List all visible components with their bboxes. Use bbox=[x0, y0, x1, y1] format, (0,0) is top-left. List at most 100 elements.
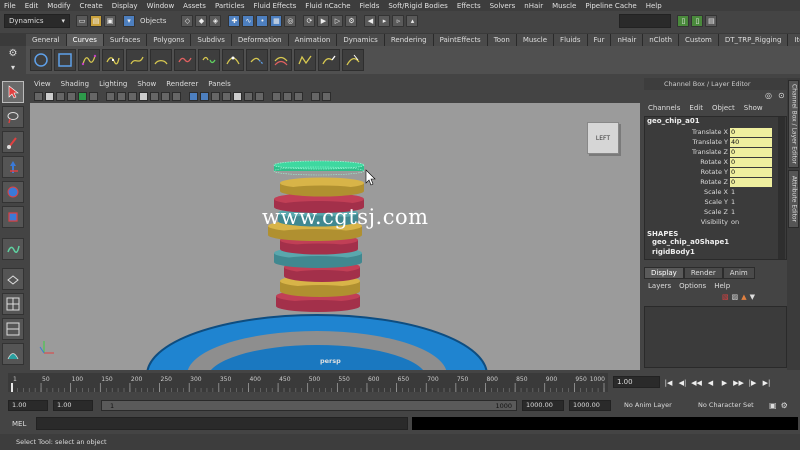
new-scene-icon[interactable]: ▭ bbox=[76, 15, 88, 27]
camera-attributes-icon[interactable] bbox=[45, 91, 54, 101]
menu-fields[interactable]: Fields bbox=[360, 2, 380, 10]
menu-nhair[interactable]: nHair bbox=[524, 2, 543, 10]
layer-list[interactable] bbox=[644, 306, 787, 368]
add-points-icon[interactable] bbox=[318, 49, 340, 71]
channel-menu-object[interactable]: Object bbox=[712, 104, 735, 112]
snap-grid-icon[interactable]: ✚ bbox=[228, 15, 241, 27]
offset-curve-icon[interactable] bbox=[270, 49, 292, 71]
go-to-end-icon[interactable]: ▶| bbox=[762, 378, 771, 388]
channel-menu-show[interactable]: Show bbox=[744, 104, 763, 112]
shelf-tab-item[interactable]: Item bbox=[788, 34, 800, 46]
shelf-tab-curves[interactable]: Curves bbox=[66, 34, 104, 46]
snap-point-icon[interactable]: • bbox=[256, 15, 269, 27]
command-language-label[interactable]: MEL bbox=[0, 420, 36, 428]
make-live-icon[interactable]: ◎ bbox=[284, 15, 297, 27]
channel-row-translate-z[interactable]: Translate Z0 bbox=[645, 147, 786, 157]
anim-layer-dropdown[interactable]: No Anim Layer bbox=[621, 400, 691, 411]
channel-row-translate-y[interactable]: Translate Y 40 bbox=[645, 137, 786, 147]
xray-joints-icon[interactable] bbox=[283, 91, 292, 101]
grease-pencil-icon[interactable] bbox=[89, 91, 98, 101]
safe-action-icon[interactable] bbox=[161, 91, 170, 101]
layer-tab-display[interactable]: Display bbox=[644, 267, 684, 279]
channel-row-scale-x[interactable]: Scale X1 bbox=[645, 187, 786, 197]
shelf-tab-general[interactable]: General bbox=[26, 34, 67, 46]
wireframe-icon[interactable] bbox=[189, 91, 198, 101]
channel-row-rotate-y[interactable]: Rotate Y0 bbox=[645, 167, 786, 177]
animation-start-field[interactable]: 1.00 bbox=[8, 399, 48, 411]
channel-row-scale-z[interactable]: Scale Z1 bbox=[645, 207, 786, 217]
two-d-pan-zoom-icon[interactable] bbox=[78, 91, 87, 101]
layer-menu-options[interactable]: Options bbox=[679, 282, 706, 290]
paint-select-tool-icon[interactable] bbox=[2, 131, 24, 153]
rotate-tool-icon[interactable] bbox=[2, 181, 24, 203]
channel-row-translate-x[interactable]: Translate X0 bbox=[645, 127, 786, 137]
step-back-key-icon[interactable]: ◀◀ bbox=[691, 378, 702, 388]
channel-value[interactable]: 1 bbox=[730, 197, 772, 207]
menuset-dropdown[interactable]: Dynamics ▾ bbox=[4, 14, 70, 28]
rebuild-curve-icon[interactable] bbox=[294, 49, 316, 71]
isolate-select-icon[interactable] bbox=[311, 91, 320, 101]
render-settings-icon[interactable]: ⚙ bbox=[345, 15, 358, 27]
step-forward-frame-icon[interactable]: |▶ bbox=[748, 378, 757, 388]
gate-mask-icon[interactable] bbox=[139, 91, 148, 101]
channel-box-close-icon[interactable]: ⊙ bbox=[778, 91, 785, 100]
command-input[interactable] bbox=[36, 417, 408, 430]
select-camera-icon[interactable] bbox=[34, 91, 43, 101]
show-hide-channel-box-icon[interactable]: ▤ bbox=[705, 15, 718, 27]
input-line-icon[interactable]: ◀ bbox=[364, 15, 377, 27]
menu-pipeline-cache[interactable]: Pipeline Cache bbox=[585, 2, 636, 10]
menu-help[interactable]: Help bbox=[646, 2, 662, 10]
image-plane-icon[interactable] bbox=[67, 91, 76, 101]
cv-curve-icon[interactable] bbox=[78, 49, 100, 71]
current-frame-field[interactable]: 1.00 bbox=[613, 376, 660, 388]
scale-tool-icon[interactable] bbox=[2, 206, 24, 228]
persp-outliner-layout-icon[interactable] bbox=[2, 318, 24, 340]
shelf-tab-dynamics[interactable]: Dynamics bbox=[337, 34, 385, 46]
history-icon[interactable]: ⟳ bbox=[303, 15, 316, 27]
channel-box-object-name[interactable]: geo_chip_a01 bbox=[645, 117, 786, 127]
panel-menu-shading[interactable]: Shading bbox=[61, 80, 89, 88]
four-view-layout-icon[interactable] bbox=[2, 293, 24, 315]
menu-effects[interactable]: Effects bbox=[457, 2, 481, 10]
shape-node-name[interactable]: geo_chip_a0Shape1 bbox=[645, 238, 786, 248]
insert-knot-icon[interactable] bbox=[222, 49, 244, 71]
shelf-menu-arrow-icon[interactable]: ▾ bbox=[11, 63, 15, 72]
square-curve-icon[interactable] bbox=[54, 49, 76, 71]
extend-curve-icon[interactable] bbox=[246, 49, 268, 71]
attribute-editor-side-tab[interactable]: Attribute Editor bbox=[788, 170, 799, 228]
shelf-tab-custom[interactable]: Custom bbox=[679, 34, 719, 46]
channel-row-scale-y[interactable]: Scale Y1 bbox=[645, 197, 786, 207]
safe-title-icon[interactable] bbox=[172, 91, 181, 101]
selected-chip-geo-chip-a01[interactable] bbox=[273, 160, 365, 176]
input-field-toggle-icon[interactable]: ▴ bbox=[406, 15, 419, 27]
play-backwards-icon[interactable]: ◀ bbox=[706, 378, 715, 388]
shelf-tab-surfaces[interactable]: Surfaces bbox=[103, 34, 148, 46]
go-to-start-icon[interactable]: |◀ bbox=[664, 378, 673, 388]
detach-curves-icon[interactable] bbox=[198, 49, 220, 71]
show-hide-attribute-editor-icon[interactable]: ▯ bbox=[691, 15, 704, 27]
menu-muscle[interactable]: Muscle bbox=[552, 2, 576, 10]
film-gate-icon[interactable] bbox=[117, 91, 126, 101]
animation-end-field[interactable]: 1000.00 bbox=[569, 399, 611, 411]
channel-row-rotate-z[interactable]: Rotate Z0 bbox=[645, 177, 786, 187]
menu-solvers[interactable]: Solvers bbox=[490, 2, 516, 10]
select-by-object-type-icon[interactable]: ◆ bbox=[195, 15, 208, 27]
layer-menu-layers[interactable]: Layers bbox=[648, 282, 671, 290]
move-layer-up-icon[interactable]: ▲ bbox=[741, 293, 746, 301]
lasso-tool-icon[interactable] bbox=[2, 106, 24, 128]
new-layer-icon[interactable]: ▧ bbox=[722, 293, 729, 301]
last-tool-used-icon[interactable] bbox=[2, 238, 24, 260]
time-slider[interactable]: 1 50 100 150 200 250 300 350 400 450 500 550 600 650 7… bbox=[8, 373, 608, 392]
menu-window[interactable]: Window bbox=[147, 2, 175, 10]
channel-value[interactable]: 0 bbox=[730, 127, 772, 137]
select-tool-icon[interactable] bbox=[2, 81, 24, 103]
panel-menu-view[interactable]: View bbox=[34, 80, 51, 88]
shelf-tab-dt-trp-rigging[interactable]: DT_TRP_Rigging bbox=[718, 34, 789, 46]
smooth-shade-icon[interactable] bbox=[200, 91, 209, 101]
ep-curve-icon[interactable] bbox=[102, 49, 124, 71]
menu-fluid-effects[interactable]: Fluid Effects bbox=[253, 2, 296, 10]
select-input-icon[interactable]: ▹ bbox=[392, 15, 405, 27]
panel-menu-lighting[interactable]: Lighting bbox=[99, 80, 127, 88]
circle-curve-icon[interactable] bbox=[30, 49, 52, 71]
move-layer-down-icon[interactable]: ▼ bbox=[750, 293, 755, 301]
